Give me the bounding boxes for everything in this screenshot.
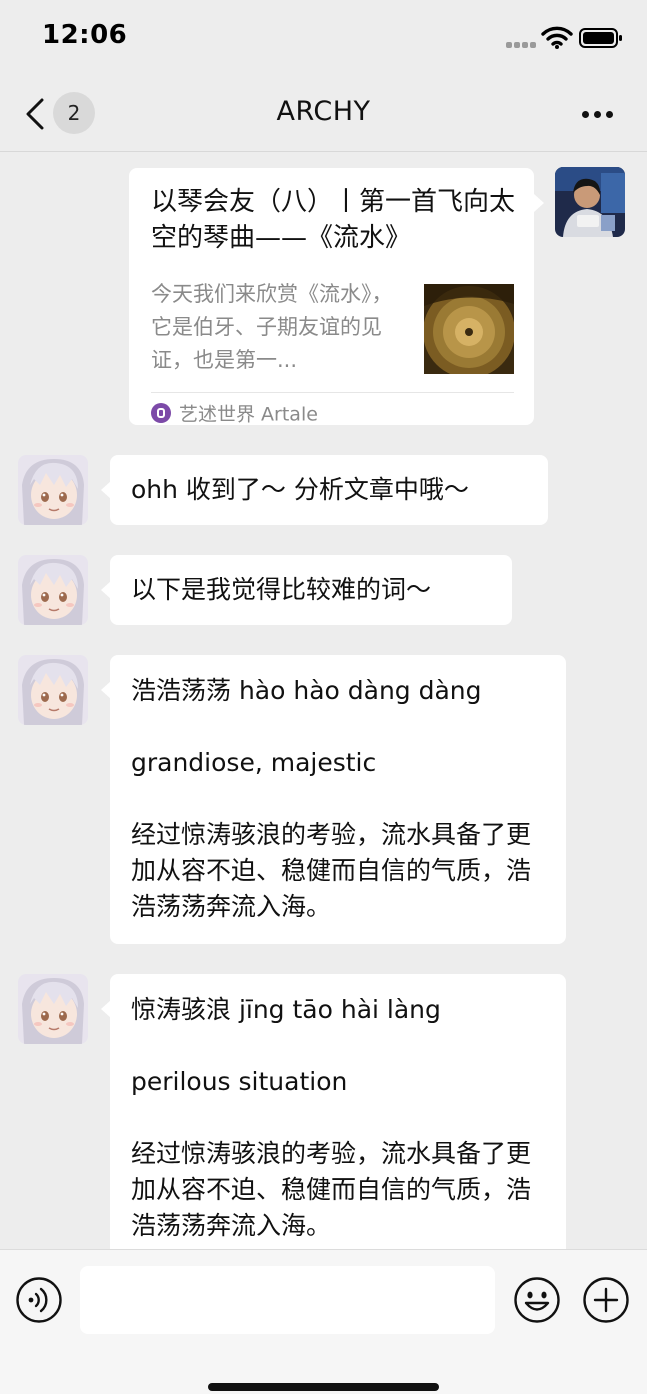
message-bubble[interactable]: 以下是我觉得比较难的词～ xyxy=(101,555,512,625)
add-button[interactable] xyxy=(582,1276,630,1324)
plus-circle-icon xyxy=(583,1277,629,1323)
message-bubble[interactable]: 浩浩荡荡 hào hào dàng dàng grandiose, majest… xyxy=(101,655,566,944)
message-list[interactable]: 以琴会友（八）丨第一首飞向太空的琴曲——《流水》 今天我们来欣赏《流水》，它是伯… xyxy=(0,153,647,1249)
voice-button[interactable] xyxy=(15,1276,63,1324)
battery-icon xyxy=(579,27,623,49)
vocab-meaning: grandiose, majestic xyxy=(131,748,377,777)
signal-icon xyxy=(506,40,538,48)
input-bar xyxy=(0,1249,647,1394)
vocab-word: 浩浩荡荡 hào hào dàng dàng xyxy=(131,676,482,705)
more-options-button[interactable] xyxy=(572,100,624,130)
vocab-example: 经过惊涛骇浪的考验，流水具备了更加从容不迫、稳健而自信的气质，浩浩荡荡奔流入海。 xyxy=(131,1139,532,1240)
contact-avatar[interactable] xyxy=(18,655,88,725)
nav-bar: 2 ARCHY xyxy=(0,76,647,152)
message-bubble[interactable]: 惊涛骇浪 jīng tāo hài làng perilous situatio… xyxy=(101,974,566,1249)
artale-logo-icon xyxy=(151,402,171,423)
home-indicator[interactable] xyxy=(208,1383,439,1391)
contact-avatar[interactable] xyxy=(18,555,88,625)
contact-avatar[interactable] xyxy=(18,974,88,1044)
emoji-icon xyxy=(514,1277,560,1323)
vocab-word: 惊涛骇浪 jīng tāo hài làng xyxy=(131,995,441,1024)
message-bubble[interactable]: ohh 收到了～ 分析文章中哦～ xyxy=(101,455,548,525)
card-divider xyxy=(151,392,514,393)
article-description: 今天我们来欣赏《流水》，它是伯牙、子期友谊的见证，也是第一... xyxy=(151,282,393,372)
message-text: ohh 收到了～ 分析文章中哦～ xyxy=(131,475,469,504)
chat-screen: 12:06 2 ARCHY 以琴会友（八）丨第一首飞向太空的琴曲——《流水》 今… xyxy=(0,0,647,1394)
record-disc-image xyxy=(424,284,514,374)
article-card[interactable]: 以琴会友（八）丨第一首飞向太空的琴曲——《流水》 今天我们来欣赏《流水》，它是伯… xyxy=(129,168,544,428)
message-text: 以下是我觉得比较难的词～ xyxy=(131,575,432,604)
article-source: 艺述世界 Artale xyxy=(151,400,318,428)
status-time: 12:06 xyxy=(42,20,128,50)
my-avatar[interactable] xyxy=(555,167,625,237)
contact-avatar[interactable] xyxy=(18,455,88,525)
emoji-button[interactable] xyxy=(513,1276,561,1324)
vocab-meaning: perilous situation xyxy=(131,1067,348,1096)
message-input[interactable] xyxy=(80,1266,495,1334)
article-title: 以琴会友（八）丨第一首飞向太空的琴曲——《流水》 xyxy=(151,187,516,253)
wifi-icon xyxy=(541,25,573,49)
chat-title: ARCHY xyxy=(276,96,371,127)
vocab-example: 经过惊涛骇浪的考验，流水具备了更加从容不迫、稳健而自信的气质，浩浩荡荡奔流入海。 xyxy=(131,820,532,921)
article-source-name: 艺述世界 Artale xyxy=(179,403,318,426)
more-horizontal-icon xyxy=(582,111,589,118)
voice-icon xyxy=(16,1277,62,1323)
status-bar: 12:06 xyxy=(0,0,647,76)
